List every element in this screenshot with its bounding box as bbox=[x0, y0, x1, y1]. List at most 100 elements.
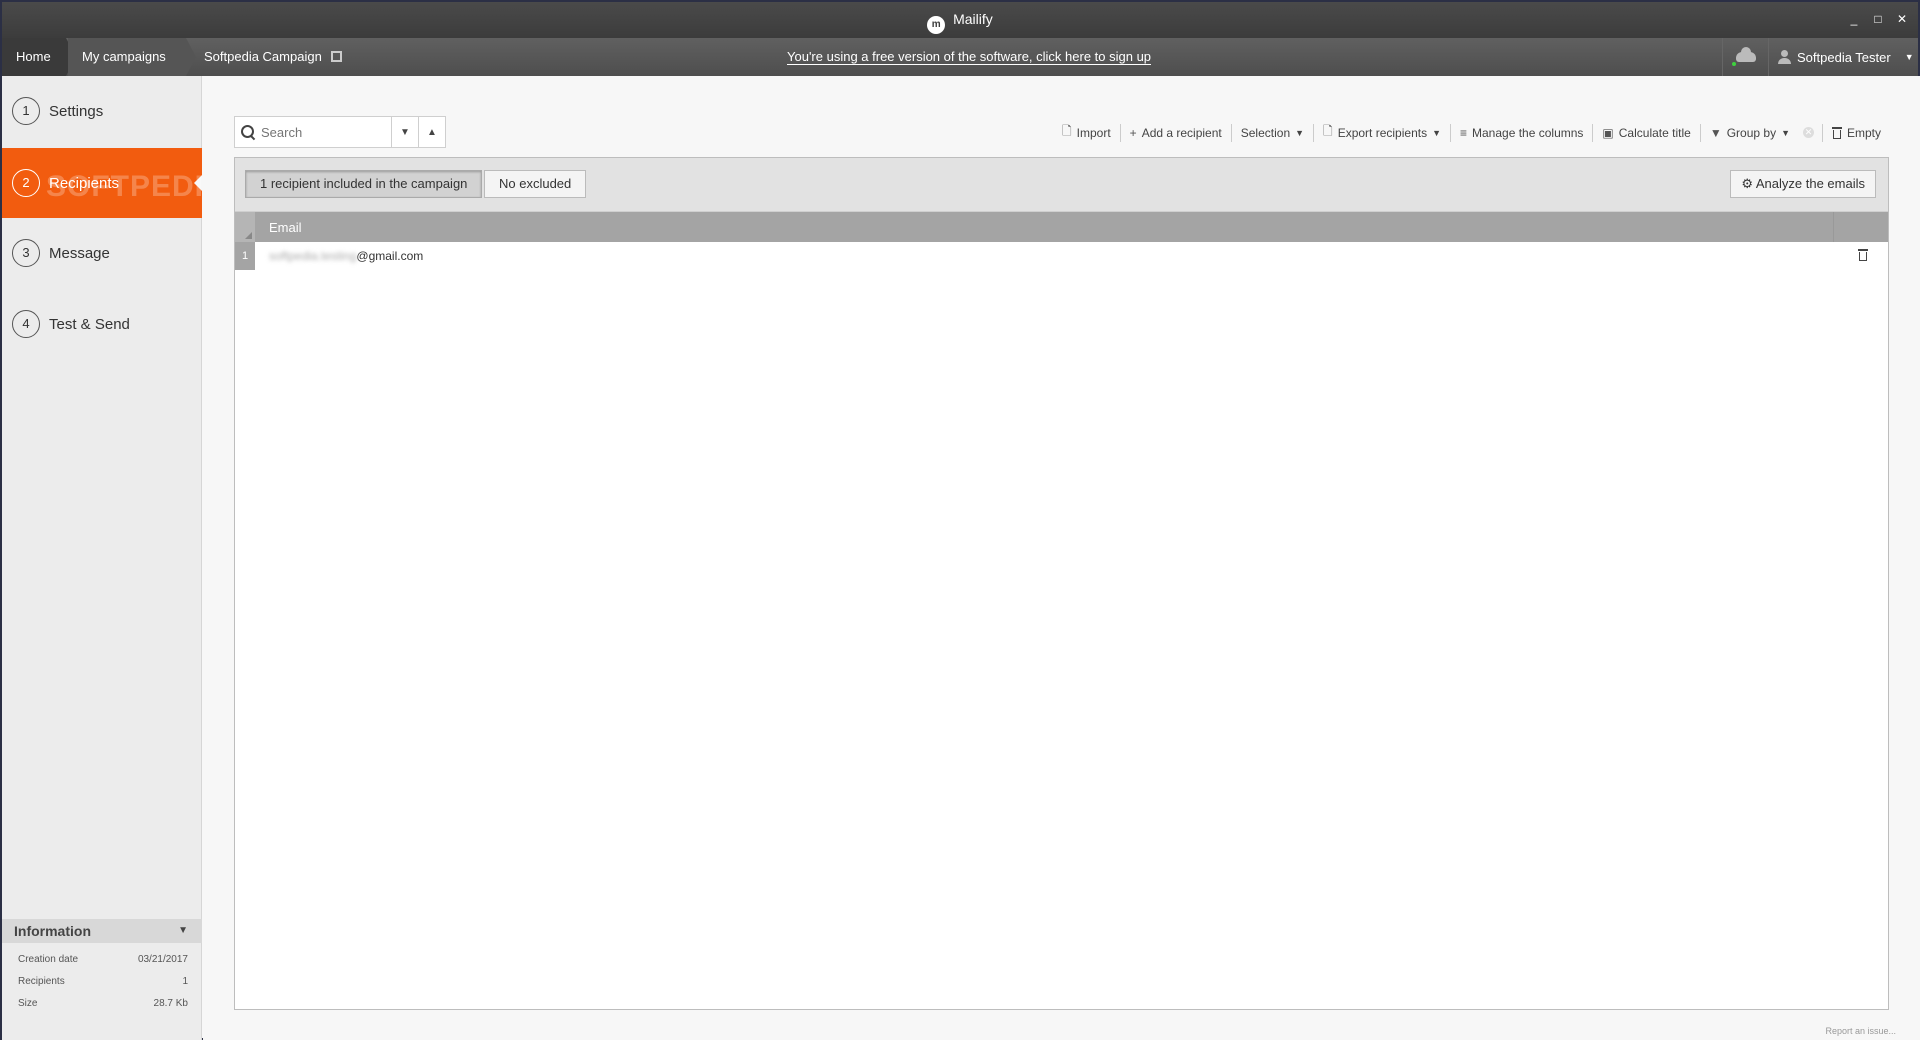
close-icon[interactable]: ✕ bbox=[1896, 12, 1908, 26]
list-lines-icon: ≡ bbox=[1460, 125, 1468, 140]
breadcrumb-home[interactable]: Home bbox=[2, 38, 76, 76]
gear-icon: ⚙ bbox=[1741, 176, 1753, 191]
chevron-down-icon: ▼ bbox=[1781, 127, 1790, 138]
app-window: m Mailify _ □ ✕ Home My campaigns ▼ Soft… bbox=[0, 0, 1920, 1040]
minimize-icon[interactable]: _ bbox=[1848, 12, 1860, 26]
panel-header: 1 recipient included in the campaign No … bbox=[235, 158, 1888, 212]
select-all-corner[interactable] bbox=[235, 212, 255, 242]
table-row[interactable]: 1 softpedia.testing@gmail.com bbox=[235, 242, 1888, 270]
chevron-down-icon: ▼ bbox=[1295, 127, 1305, 138]
info-label: Creation date bbox=[18, 954, 79, 965]
row-email: softpedia.testing@gmail.com bbox=[269, 249, 423, 263]
add-recipient-button[interactable]: + Add a recipient bbox=[1121, 126, 1231, 140]
email-domain: @gmail.com bbox=[356, 249, 424, 263]
breadcrumb-current-campaign: Softpedia Campaign bbox=[190, 38, 356, 76]
step-label: Message bbox=[49, 244, 110, 262]
step-label: Recipients bbox=[49, 174, 120, 192]
title-bar: m Mailify _ □ ✕ bbox=[2, 2, 1918, 38]
app-title: m Mailify bbox=[2, 11, 1918, 34]
user-menu[interactable]: Softpedia Tester ▼ bbox=[1768, 38, 1918, 76]
step-test-send[interactable]: 4 Test & Send bbox=[2, 289, 202, 359]
report-issue-link[interactable]: Report an issue... bbox=[1825, 1026, 1896, 1036]
id-card-icon: ▣ bbox=[1602, 125, 1614, 140]
tab-excluded[interactable]: No excluded bbox=[484, 170, 587, 198]
search-next-button[interactable]: ▼ bbox=[391, 117, 418, 147]
step-message[interactable]: 3 Message bbox=[2, 218, 202, 288]
trash-icon bbox=[1831, 126, 1842, 139]
mailify-logo-icon: m bbox=[927, 16, 946, 34]
chevron-down-icon: ▼ bbox=[1432, 127, 1441, 138]
step-recipients[interactable]: 2 Recipients bbox=[2, 148, 202, 218]
save-icon[interactable] bbox=[331, 51, 343, 62]
step-settings[interactable]: 1 Settings bbox=[2, 76, 202, 146]
import-button[interactable]: 🗋 Import bbox=[1053, 122, 1120, 143]
manage-columns-label: Manage the columns bbox=[1472, 125, 1584, 140]
import-file-icon: 🗋 bbox=[1062, 124, 1072, 138]
info-label: Recipients bbox=[18, 976, 65, 987]
breadcrumb-campaigns-label: My campaigns bbox=[82, 49, 166, 64]
step-number: 4 bbox=[12, 310, 40, 338]
export-file-icon: 🗋 bbox=[1323, 124, 1333, 138]
column-header-email[interactable]: Email bbox=[269, 220, 302, 235]
info-row-creation-date: Creation date 03/21/2017 bbox=[2, 949, 202, 971]
import-label: Import bbox=[1076, 125, 1111, 140]
window-controls: _ □ ✕ bbox=[1848, 12, 1908, 26]
sync-status-dot-icon bbox=[1732, 62, 1736, 66]
manage-columns-button[interactable]: ≡ Manage the columns bbox=[1451, 126, 1592, 140]
info-row-size: Size 28.7 Kb bbox=[2, 993, 202, 1015]
selection-dropdown[interactable]: Selection ▼ bbox=[1232, 126, 1313, 140]
step-label: Test & Send bbox=[49, 315, 130, 333]
step-number: 1 bbox=[12, 97, 40, 125]
breadcrumb-home-label: Home bbox=[16, 49, 51, 64]
selection-label: Selection bbox=[1240, 125, 1291, 140]
info-row-recipients: Recipients 1 bbox=[2, 971, 202, 993]
delete-row-button[interactable] bbox=[1858, 249, 1868, 261]
search-input[interactable] bbox=[261, 124, 391, 140]
empty-button[interactable]: Empty bbox=[1823, 126, 1890, 140]
calculate-title-button[interactable]: ▣ Calculate title bbox=[1593, 126, 1699, 140]
breadcrumb-my-campaigns[interactable]: My campaigns ▼ bbox=[68, 38, 196, 101]
nav-bar: Home My campaigns ▼ Softpedia Campaign Y… bbox=[2, 38, 1918, 101]
step-label: Settings bbox=[49, 102, 104, 120]
grid-column-header: Email bbox=[235, 212, 1888, 242]
chevron-down-icon: ▼ bbox=[1904, 52, 1914, 62]
information-panel: Information ▼ Creation date 03/21/2017 R… bbox=[2, 919, 202, 1015]
campaign-name: Softpedia Campaign bbox=[204, 49, 322, 64]
group-by-dropdown[interactable]: ▼ Group by ▼ bbox=[1701, 126, 1799, 140]
column-header-actions bbox=[1833, 212, 1888, 242]
analyze-emails-button[interactable]: ⚙ Analyze the emails bbox=[1730, 170, 1876, 198]
analyze-label: Analyze the emails bbox=[1755, 176, 1865, 191]
search-box: ▼ ▲ bbox=[234, 116, 446, 148]
step-number: 3 bbox=[12, 239, 40, 267]
export-label: Export recipients bbox=[1337, 125, 1428, 140]
search-icon bbox=[241, 125, 255, 139]
export-recipients-dropdown[interactable]: 🗋 Export recipients ▼ bbox=[1314, 122, 1450, 143]
recipients-panel: 1 recipient included in the campaign No … bbox=[234, 157, 1889, 1010]
user-icon bbox=[1777, 50, 1791, 64]
cloud-sync-button[interactable] bbox=[1722, 38, 1768, 76]
step-number: 2 bbox=[12, 169, 40, 197]
app-name: Mailify bbox=[953, 11, 993, 27]
information-header[interactable]: Information ▼ bbox=[2, 919, 202, 943]
calculate-title-label: Calculate title bbox=[1618, 125, 1691, 140]
row-index: 1 bbox=[235, 242, 255, 270]
maximize-icon[interactable]: □ bbox=[1872, 12, 1884, 26]
clear-grouping-icon[interactable]: ✕ bbox=[1802, 127, 1814, 138]
email-local-part: softpedia.testing bbox=[269, 249, 357, 263]
collapse-triangle-icon: ▼ bbox=[178, 925, 188, 936]
sidebar: 1 Settings 2 Recipients SOFTPEDIA 3 Mess… bbox=[2, 76, 226, 1040]
free-version-banner[interactable]: You're using a free version of the softw… bbox=[787, 49, 1152, 65]
tab-included[interactable]: 1 recipient included in the campaign bbox=[245, 170, 483, 198]
search-prev-button[interactable]: ▲ bbox=[418, 117, 445, 147]
user-name: Softpedia Tester bbox=[1797, 49, 1891, 65]
information-title: Information bbox=[14, 923, 91, 939]
group-by-label: Group by bbox=[1726, 125, 1777, 140]
information-rows: Creation date 03/21/2017 Recipients 1 Si… bbox=[2, 943, 202, 1015]
main-content: ▼ ▲ 🗋 Import + Add a recipient Selection… bbox=[203, 76, 1920, 1040]
trash-icon bbox=[1858, 249, 1868, 261]
info-value: 28.7 Kb bbox=[153, 998, 188, 1009]
plus-icon: + bbox=[1129, 125, 1137, 140]
recipients-toolbar: 🗋 Import + Add a recipient Selection ▼ 🗋… bbox=[1053, 122, 1890, 143]
cloud-icon bbox=[1735, 47, 1756, 62]
add-recipient-label: Add a recipient bbox=[1141, 125, 1222, 140]
